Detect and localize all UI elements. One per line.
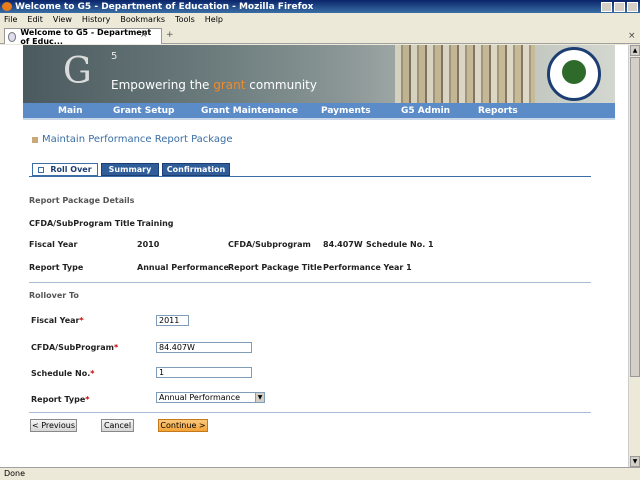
menu-tools[interactable]: Tools <box>175 15 195 24</box>
report-type-label: Report Type <box>29 263 84 272</box>
department-seal-icon <box>547 47 601 101</box>
scroll-up-icon[interactable]: ▲ <box>630 45 640 56</box>
nav-grant-maintenance[interactable]: Grant Maintenance <box>201 106 298 116</box>
menu-help[interactable]: Help <box>205 15 223 24</box>
menu-history[interactable]: History <box>82 15 110 24</box>
schedule-no-label: Schedule No. <box>366 240 426 249</box>
menu-bar: File Edit View History Bookmarks Tools H… <box>0 13 640 26</box>
page-title: Maintain Performance Report Package <box>32 134 233 145</box>
tab-active-icon <box>38 166 45 173</box>
scroll-down-icon[interactable]: ▼ <box>630 456 640 467</box>
package-title-label: Report Package Title <box>228 263 322 272</box>
tab-underline <box>29 176 591 177</box>
nav-g5-admin[interactable]: G5 Admin <box>401 106 450 116</box>
menu-view[interactable]: View <box>53 15 72 24</box>
rollover-report-type-select[interactable]: Annual Performance ▼ <box>156 392 265 403</box>
vertical-scrollbar[interactable]: ▲ ▼ <box>628 45 640 467</box>
cancel-button[interactable]: Cancel <box>101 419 134 432</box>
new-tab-icon[interactable]: + <box>166 30 174 40</box>
cfda-title-label: CFDA/SubProgram Title <box>29 219 135 228</box>
nav-payments[interactable]: Payments <box>321 106 371 116</box>
buttons-divider <box>29 412 591 413</box>
fiscal-year-value: 2010 <box>137 240 160 249</box>
page-title-icon <box>32 136 38 143</box>
minimize-icon[interactable] <box>601 1 612 12</box>
details-heading: Report Package Details <box>29 196 135 205</box>
tagline-accent: grant <box>213 78 246 92</box>
favicon-icon <box>8 31 17 42</box>
nav-reports[interactable]: Reports <box>478 106 518 116</box>
continue-button[interactable]: Continue > <box>158 419 208 432</box>
rollover-schedule-input[interactable]: 1 <box>156 367 252 378</box>
firefox-icon <box>2 2 12 11</box>
menu-edit[interactable]: Edit <box>27 15 43 24</box>
rollover-heading: Rollover To <box>29 291 79 300</box>
header-banner: G 5 Empowering the grant community <box>23 45 615 103</box>
tab-confirmation[interactable]: Confirmation <box>162 163 230 176</box>
rollover-report-type-label: Report Type* <box>31 395 90 404</box>
scrollbar-thumb[interactable] <box>630 57 640 377</box>
tab-close-icon[interactable]: × <box>140 30 152 42</box>
g5-logo-5: 5 <box>111 51 118 62</box>
nav-underline <box>23 118 615 120</box>
close-tabs-icon[interactable]: × <box>628 31 638 41</box>
nav-main[interactable]: Main <box>58 106 83 116</box>
rollover-fiscal-year-label: Fiscal Year* <box>31 316 84 325</box>
fiscal-year-label: Fiscal Year <box>29 240 78 249</box>
rollover-cfda-input[interactable]: 84.407W <box>156 342 252 353</box>
package-title-value: Performance Year 1 <box>323 263 412 272</box>
rollover-schedule-label: Schedule No.* <box>31 369 95 378</box>
menu-file[interactable]: File <box>4 15 17 24</box>
previous-button[interactable]: < Previous <box>30 419 77 432</box>
tab-summary[interactable]: Summary <box>101 163 159 176</box>
cfda-title-value: Training <box>137 219 174 228</box>
library-shelves-image <box>395 45 535 103</box>
cfda-subprogram-label: CFDA/Subprogram <box>228 240 311 249</box>
tab-roll-over[interactable]: Roll Over <box>32 163 98 176</box>
cfda-subprogram-value: 84.407W <box>323 240 363 249</box>
window-titlebar: Welcome to G5 - Department of Education … <box>0 0 640 13</box>
menu-bookmarks[interactable]: Bookmarks <box>120 15 165 24</box>
status-text: Done <box>4 469 26 478</box>
main-nav: Main Grant Setup Grant Maintenance Payme… <box>23 103 615 118</box>
maximize-icon[interactable] <box>614 1 625 12</box>
rollover-fiscal-year-input[interactable]: 2011 <box>156 315 189 326</box>
report-type-value: Annual Performance <box>137 263 229 272</box>
status-bar: Done <box>0 467 640 480</box>
nav-grant-setup[interactable]: Grant Setup <box>113 106 174 116</box>
g5-logo-g: G <box>63 51 92 92</box>
chevron-down-icon[interactable]: ▼ <box>255 393 264 402</box>
rollover-cfda-label: CFDA/SubProgram* <box>31 343 119 352</box>
schedule-no-value: 1 <box>428 240 434 249</box>
section-divider <box>29 282 591 283</box>
browser-tab[interactable]: Welcome to G5 - Department of Educ... <box>4 28 162 46</box>
close-icon[interactable] <box>627 1 638 12</box>
tagline: Empowering the grant community <box>111 78 317 92</box>
window-title: Welcome to G5 - Department of Education … <box>15 1 314 12</box>
page-viewport: G 5 Empowering the grant community Main … <box>0 45 628 467</box>
